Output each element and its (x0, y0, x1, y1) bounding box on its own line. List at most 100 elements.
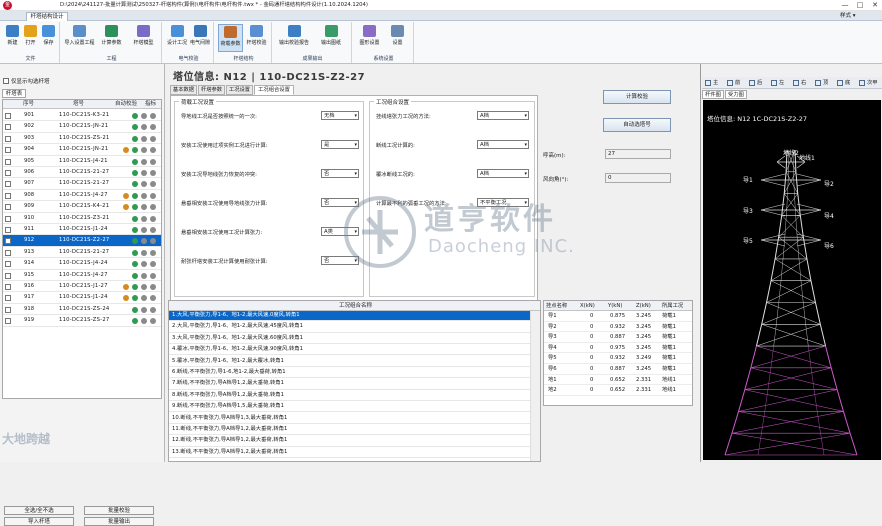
tower-row[interactable]: 916110-DC21S-J1-27 (3, 281, 162, 292)
load-point-row[interactable]: 导100.8753.245荷载1 (544, 311, 693, 322)
height-field[interactable]: 27 (605, 149, 671, 159)
row-checkbox[interactable] (5, 136, 11, 142)
tower-row[interactable]: 907110-DC21S-21-27 (3, 178, 162, 189)
combination-row[interactable]: 7.断线,不平衡张力,导A档导1,2,最大垂荷,转角1 (169, 379, 531, 389)
tower-row[interactable]: 912110-DC21S-Z2-27 (3, 235, 162, 246)
tower-row[interactable]: 903110-DC21S-ZS-21 (3, 133, 162, 144)
tower-row[interactable]: 919110-DC21S-ZS-27 (3, 315, 162, 326)
load-point-row[interactable]: 导600.8873.245荷载1 (544, 364, 693, 375)
tab-combo-settings[interactable]: 工况组合设置 (254, 85, 294, 95)
load-field-select[interactable]: 否▾ (321, 198, 359, 207)
tower-row[interactable]: 909110-DC21S-K4-21 (3, 201, 162, 212)
tower-row[interactable]: 905110-DC21S-J4-21 (3, 156, 162, 167)
ribbon-button-3-0[interactable]: 荷载参数 (218, 24, 243, 52)
row-checkbox[interactable] (5, 273, 11, 279)
ribbon-button-4-1[interactable]: 输出图纸 (313, 24, 349, 52)
only-checked-checkbox[interactable] (3, 78, 9, 84)
combination-row[interactable]: 12.断线,不平衡张力,导A档导1,2,最大垂荷,转角1 (169, 436, 531, 446)
row-checkbox[interactable] (5, 318, 11, 324)
combo-field-select[interactable]: A档▾ (477, 111, 529, 120)
batch-export-button[interactable]: 批量输出 (84, 517, 154, 526)
combination-row[interactable]: 4.覆冰,平衡张力,导1-6、地1-2,最大风速,90度风,转角1 (169, 345, 531, 355)
tower-row[interactable]: 902110-DC21S-JN-21 (3, 121, 162, 132)
combination-row[interactable]: 13.断线,不平衡张力,导A档导1,2,最大垂荷,转角1 (169, 448, 531, 458)
load-point-row[interactable]: 导300.8873.245荷载1 (544, 332, 693, 343)
row-checkbox[interactable] (5, 307, 11, 313)
combination-row[interactable]: 11.断线,不平衡张力,导A档导1,2,最大垂荷,转角1 (169, 425, 531, 435)
load-point-row[interactable]: 地100.6522.331地线1 (544, 375, 693, 386)
tower-row[interactable]: 914110-DC21S-J4-24 (3, 258, 162, 269)
combo-field-select[interactable]: A档▾ (477, 169, 529, 178)
view-button-2[interactable]: 后 (749, 78, 769, 88)
view-button-0[interactable]: 主 (705, 78, 725, 88)
tower-row[interactable]: 910110-DC21S-Z3-21 (3, 213, 162, 224)
tab-member-view[interactable]: 杆件图 (702, 90, 724, 99)
tower-row[interactable]: 917110-DC21S-J1-24 (3, 292, 162, 303)
ribbon-button-0-0[interactable]: 新建 (4, 24, 21, 52)
tab-tower-params[interactable]: 杆塔参数 (198, 85, 225, 95)
view-button-4[interactable]: 右 (793, 78, 813, 88)
skin-selector[interactable]: 样式 ▾ (840, 11, 880, 21)
load-point-row[interactable]: 导200.9323.245荷载1 (544, 322, 693, 333)
view-button-7[interactable]: 次甲 (859, 78, 879, 88)
row-checkbox[interactable] (5, 284, 11, 290)
load-field-select[interactable]: 否▾ (321, 169, 359, 178)
tower-row[interactable]: 908110-DC21S-J4-27 (3, 190, 162, 201)
tab-force-view[interactable]: 受力图 (725, 90, 747, 99)
combination-row[interactable]: 3.大风,平衡张力,导1-6、地1-2,最大风速,60度风,转角1 (169, 334, 531, 344)
combo-field-select[interactable]: A档▾ (477, 140, 529, 149)
ribbon-button-5-0[interactable]: 图形设置 (356, 24, 383, 52)
view-button-1[interactable]: 前 (727, 78, 747, 88)
calculate-check-button[interactable]: 计算校验 (603, 90, 671, 104)
tower-row[interactable]: 913110-DC21S-21-27 (3, 247, 162, 258)
ribbon-button-1-0[interactable]: 导入设置工程 (64, 24, 95, 52)
ribbon-button-1-1[interactable]: 计算参数 (96, 24, 127, 52)
maximize-button[interactable]: □ (853, 0, 867, 11)
row-checkbox[interactable] (5, 204, 11, 210)
load-field-select[interactable]: 无档▾ (321, 111, 359, 120)
import-tower-button[interactable]: 导入杆塔 (4, 517, 74, 526)
combination-row[interactable]: 10.断线,不平衡张力,导A档导1,3,最大垂荷,转角1 (169, 414, 531, 424)
ribbon-button-2-1[interactable]: 电气间隙 (189, 24, 211, 52)
wind-angle-field[interactable]: 0 (605, 173, 671, 183)
combo-field-select[interactable]: 不平衡工况▾ (477, 198, 529, 207)
combination-row[interactable]: 1.大风,平衡张力,导1-6、地1-2,最大风速,0度风,转角1 (169, 311, 531, 321)
auto-select-button[interactable]: 自动选塔号 (603, 118, 671, 132)
load-field-select[interactable]: 是▾ (321, 140, 359, 149)
ribbon-button-0-2[interactable]: 保存 (40, 24, 57, 52)
tower-3d-viewport[interactable]: 塔位信息: N12 1C-DC21S-Z2-27 地线2地线1导1导2导3导4导… (703, 100, 881, 460)
combination-row[interactable]: 2.大风,平衡张力,导1-6、地1-2,最大风速,45度风,转角1 (169, 322, 531, 332)
tab-case-settings[interactable]: 工况设置 (226, 85, 253, 95)
combination-row[interactable]: 8.断线,不平衡张力,导A档导1,2,最大垂荷,转角1 (169, 391, 531, 401)
tower-row[interactable]: 911110-DC21S-J1-24 (3, 224, 162, 235)
load-point-row[interactable]: 导500.9323.249荷载1 (544, 353, 693, 364)
row-checkbox[interactable] (5, 113, 11, 119)
tower-row[interactable]: 918110-DC21S-ZS-24 (3, 304, 162, 315)
row-checkbox[interactable] (5, 261, 11, 267)
tower-row[interactable]: 904110-DC21S-JN-21 (3, 144, 162, 155)
load-field-select[interactable]: A类▾ (321, 227, 359, 236)
row-checkbox[interactable] (5, 147, 11, 153)
minimize-button[interactable]: — (838, 0, 852, 11)
combination-scrollbar[interactable] (530, 311, 540, 462)
select-all-button[interactable]: 全选/全不选 (4, 506, 74, 515)
row-checkbox[interactable] (5, 170, 11, 176)
ribbon-button-5-1[interactable]: 设置 (384, 24, 411, 52)
batch-check-button[interactable]: 批量校验 (84, 506, 154, 515)
tab-tower-design[interactable]: 杆塔结构设计 (26, 12, 68, 21)
tower-row[interactable]: 906110-DC21S-21-27 (3, 167, 162, 178)
row-checkbox[interactable] (5, 238, 11, 244)
ribbon-button-0-1[interactable]: 打开 (22, 24, 39, 52)
tab-basic-data[interactable]: 基本数据 (170, 85, 197, 95)
row-checkbox[interactable] (5, 216, 11, 222)
row-checkbox[interactable] (5, 159, 11, 165)
load-point-row[interactable]: 导400.9753.245荷载1 (544, 343, 693, 354)
view-button-3[interactable]: 左 (771, 78, 791, 88)
combination-row[interactable]: 6.断线,不平衡张力,导1-6,地1-2,最大垂荷,转角1 (169, 368, 531, 378)
row-checkbox[interactable] (5, 295, 11, 301)
combination-row[interactable]: 9.断线,不平衡张力,导A档导1,5,最大垂荷,转角1 (169, 402, 531, 412)
row-checkbox[interactable] (5, 227, 11, 233)
view-button-5[interactable]: 顶 (815, 78, 835, 88)
close-button[interactable]: ✕ (868, 0, 882, 11)
tab-tower-table[interactable]: 杆塔表 (2, 89, 26, 98)
